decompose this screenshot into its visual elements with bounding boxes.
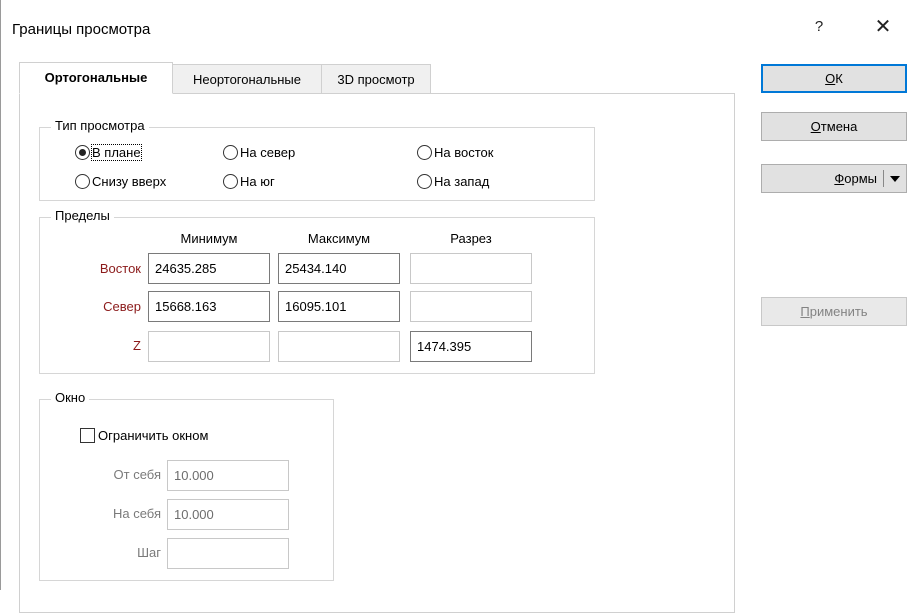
forms-button[interactable]: Формы [761, 164, 907, 193]
north-max-input[interactable]: 16095.101 [278, 291, 400, 322]
radio-plan-indicator [75, 145, 90, 161]
window-step-label: Шаг [137, 545, 161, 560]
window-to-label: На себя [112, 506, 161, 521]
column-header-section: Разрез [450, 231, 492, 246]
radio-north[interactable]: На север [223, 144, 295, 162]
cancel-button[interactable]: Отмена [761, 112, 907, 141]
dropdown-arrow-icon[interactable] [890, 175, 900, 182]
east-max-input[interactable]: 25434.140 [278, 253, 400, 284]
window-to-input[interactable]: 10.000 [167, 499, 289, 530]
north-section-input[interactable] [410, 291, 532, 322]
radio-bottom-up[interactable]: Снизу вверх [75, 173, 166, 191]
view-type-group-label: Тип просмотра [51, 118, 149, 133]
east-section-input[interactable] [410, 253, 532, 284]
radio-south[interactable]: На юг [223, 173, 275, 191]
limit-window-checkbox-label: Ограничить окном [98, 428, 209, 443]
radio-west[interactable]: На запад [417, 173, 489, 191]
row-label-east: Восток [99, 261, 141, 276]
window-from-label: От себя [113, 467, 161, 482]
forms-button-separator [883, 170, 884, 187]
radio-east[interactable]: На восток [417, 144, 493, 162]
apply-button[interactable]: Применить [761, 297, 907, 326]
tab-orthogonal[interactable]: Ортогональные [19, 62, 173, 94]
north-min-input[interactable]: 15668.163 [148, 291, 270, 322]
row-label-north: Север [103, 299, 141, 314]
row-label-z: Z [133, 338, 141, 353]
radio-east-indicator [417, 145, 432, 161]
column-header-min: Минимум [180, 231, 238, 246]
limits-group-label: Пределы [51, 208, 114, 223]
radio-west-indicator [417, 174, 432, 190]
window-border [0, 0, 1, 590]
radio-plan[interactable]: В плане [75, 144, 142, 162]
z-min-input[interactable] [148, 331, 270, 362]
radio-south-indicator [223, 174, 238, 190]
limit-window-checkbox[interactable]: Ограничить окном [80, 427, 208, 445]
column-header-max: Максимум [307, 231, 371, 246]
z-section-input[interactable]: 1474.395 [410, 331, 532, 362]
dialog-title: Границы просмотра [12, 21, 151, 38]
window-group-label: Окно [51, 390, 90, 405]
east-min-input[interactable]: 24635.285 [148, 253, 270, 284]
window-step-input[interactable] [167, 538, 289, 569]
limit-window-checkbox-box [80, 428, 95, 444]
close-button[interactable]: ✕ [868, 14, 898, 40]
tab-non-orthogonal[interactable]: Неортогональные [172, 64, 322, 94]
tab-3d-view[interactable]: 3D просмотр [321, 64, 431, 94]
ok-button[interactable]: ОК [761, 64, 907, 93]
radio-bottom-up-indicator [75, 174, 90, 190]
z-max-input[interactable] [278, 331, 400, 362]
forms-button-label: Формы [834, 171, 877, 186]
window-from-input[interactable]: 10.000 [167, 460, 289, 491]
help-button[interactable]: ? [804, 14, 834, 40]
radio-north-indicator [223, 145, 238, 161]
